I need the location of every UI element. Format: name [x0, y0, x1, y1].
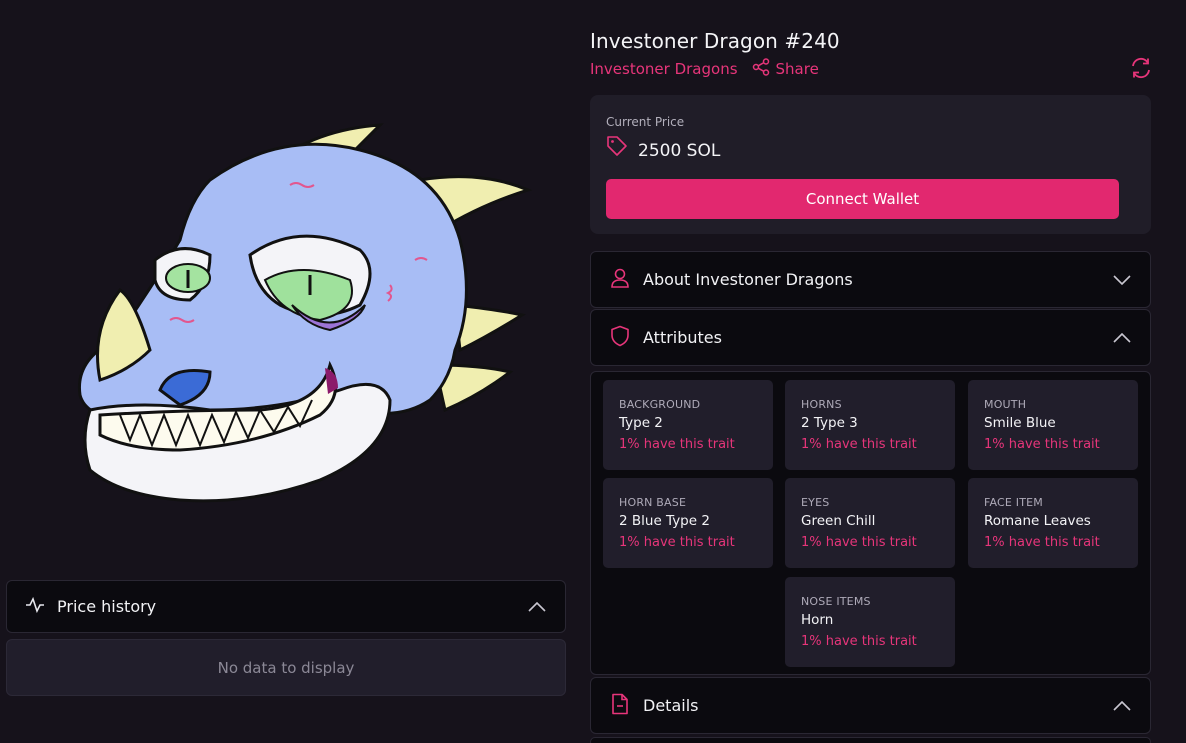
trait-value: Romane Leaves — [984, 513, 1091, 529]
trait-card: EYES Green Chill 1% have this trait — [785, 478, 955, 568]
current-price-value: 2500 SOL — [638, 141, 721, 161]
attributes-title: Attributes — [643, 328, 722, 347]
tag-icon — [606, 135, 628, 161]
trait-type: HORNS — [801, 398, 842, 411]
details-panel[interactable]: Details — [590, 677, 1151, 734]
trait-rarity: 1% have this trait — [801, 535, 917, 550]
trait-value: Green Chill — [801, 513, 876, 529]
trait-value: 2 Type 3 — [801, 415, 858, 431]
trait-value: 2 Blue Type 2 — [619, 513, 710, 529]
trait-type: HORN BASE — [619, 496, 687, 509]
trait-rarity: 1% have this trait — [619, 535, 735, 550]
attributes-panel[interactable]: Attributes — [590, 309, 1151, 366]
chevron-up-icon[interactable] — [527, 597, 547, 617]
current-price-label: Current Price — [606, 115, 685, 129]
trait-card: MOUTH Smile Blue 1% have this trait — [968, 380, 1138, 470]
share-label: Share — [775, 60, 819, 78]
attributes-grid: BACKGROUND Type 2 1% have this trait HOR… — [590, 371, 1151, 675]
trait-rarity: 1% have this trait — [984, 535, 1100, 550]
chevron-up-icon[interactable] — [1112, 328, 1132, 348]
file-icon — [609, 693, 631, 719]
trait-type: BACKGROUND — [619, 398, 701, 411]
chevron-up-icon[interactable] — [1112, 696, 1132, 716]
trait-rarity: 1% have this trait — [801, 634, 917, 649]
trait-value: Horn — [801, 612, 834, 628]
nft-title: Investoner Dragon #240 — [590, 29, 840, 53]
details-title: Details — [643, 696, 699, 715]
trait-card: NOSE ITEMS Horn 1% have this trait — [785, 577, 955, 667]
trait-type: MOUTH — [984, 398, 1027, 411]
refresh-icon[interactable] — [1130, 57, 1152, 79]
about-title: About Investoner Dragons — [643, 270, 853, 289]
trait-card: HORN BASE 2 Blue Type 2 1% have this tra… — [603, 478, 773, 568]
collection-row: Investoner Dragons Share — [590, 58, 819, 80]
trait-type: EYES — [801, 496, 830, 509]
trait-card: BACKGROUND Type 2 1% have this trait — [603, 380, 773, 470]
nft-detail-page: Price history No data to display Investo… — [0, 0, 1186, 743]
activity-icon — [25, 596, 45, 617]
details-content-peek — [590, 737, 1151, 743]
trait-value: Smile Blue — [984, 415, 1056, 431]
nft-artwork-image — [60, 110, 540, 520]
trait-type: FACE ITEM — [984, 496, 1043, 509]
chevron-down-icon[interactable] — [1112, 270, 1132, 290]
trait-card: HORNS 2 Type 3 1% have this trait — [785, 380, 955, 470]
price-history-panel[interactable]: Price history — [6, 580, 566, 633]
trait-type: NOSE ITEMS — [801, 595, 871, 608]
trait-card: FACE ITEM Romane Leaves 1% have this tra… — [968, 478, 1138, 568]
trait-rarity: 1% have this trait — [984, 437, 1100, 452]
collection-link[interactable]: Investoner Dragons — [590, 60, 738, 78]
shield-icon — [609, 325, 631, 351]
trait-rarity: 1% have this trait — [619, 437, 735, 452]
no-data-message: No data to display — [6, 639, 566, 696]
share-button[interactable]: Share — [752, 58, 819, 80]
trait-value: Type 2 — [619, 415, 663, 431]
share-icon — [752, 58, 770, 80]
about-collection-panel[interactable]: About Investoner Dragons — [590, 251, 1151, 308]
price-history-title: Price history — [57, 597, 157, 616]
user-icon — [609, 267, 631, 293]
connect-wallet-button[interactable]: Connect Wallet — [606, 179, 1119, 219]
price-card: Current Price 2500 SOL Connect Wallet — [590, 95, 1151, 234]
trait-rarity: 1% have this trait — [801, 437, 917, 452]
